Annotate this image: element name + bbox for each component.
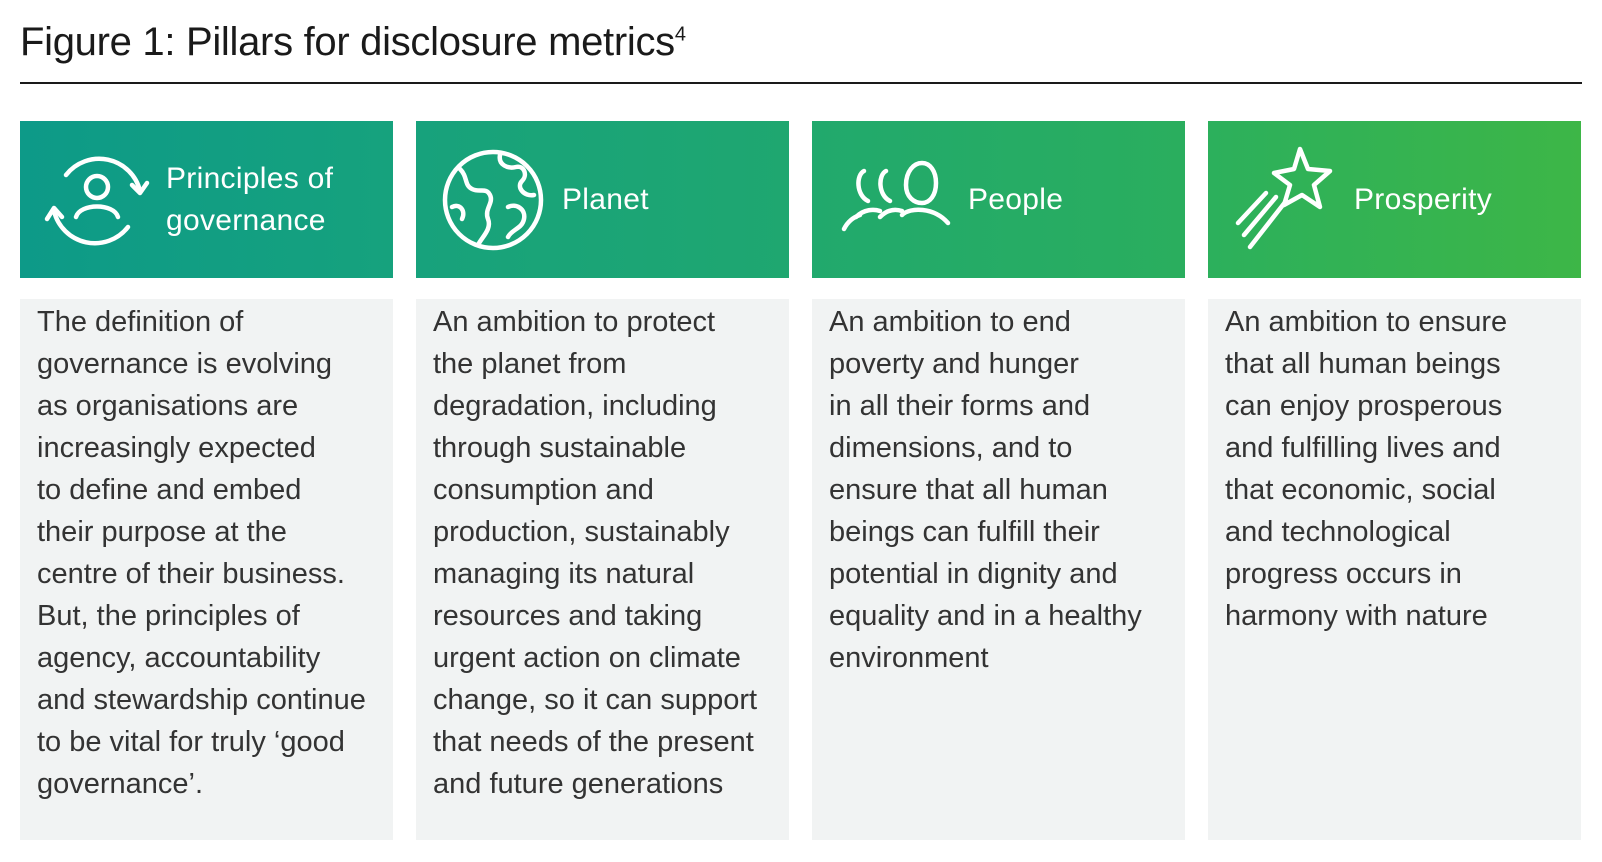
pillar-prosperity-description: An ambition to ensure that all human bei… (1208, 299, 1581, 840)
pillar-planet-description: An ambition to protect the planet from d… (416, 299, 789, 840)
pillar-governance: Principles of governance The definition … (20, 121, 393, 840)
pillar-governance-description: The definition of governance is evolving… (20, 299, 393, 840)
pillar-prosperity-header: Prosperity (1208, 121, 1581, 278)
people-cycle-icon (44, 156, 150, 245)
pillar-prosperity: Prosperity An ambition to ensure that al… (1208, 121, 1581, 840)
title-divider (20, 82, 1582, 84)
pillar-people-heading: People (968, 182, 1064, 216)
figure-title-text: Figure 1: Pillars for disclosure metrics (20, 20, 675, 64)
pillar-people-description: An ambition to end poverty and hunger in… (812, 299, 1185, 840)
shooting-star-icon (1235, 146, 1333, 249)
pillar-governance-header: Principles of governance (20, 121, 393, 278)
pillar-planet-heading: Planet (562, 182, 649, 216)
footnote-marker: 4 (674, 23, 686, 46)
pillar-prosperity-heading: Prosperity (1354, 182, 1493, 216)
pillar-planet-header: Planet (416, 121, 789, 278)
figure-title: Figure 1: Pillars for disclosure metrics… (20, 14, 686, 70)
people-group-icon (841, 160, 951, 231)
pillars-grid: Principles of governance The definition … (20, 121, 1583, 840)
pillar-planet: Planet An ambition to protect the planet… (416, 121, 789, 840)
pillar-governance-heading: Principles of governance (166, 161, 334, 237)
pillar-people: People An ambition to end poverty and hu… (812, 121, 1185, 840)
pillar-people-header: People (812, 121, 1185, 278)
globe-icon (442, 149, 544, 250)
